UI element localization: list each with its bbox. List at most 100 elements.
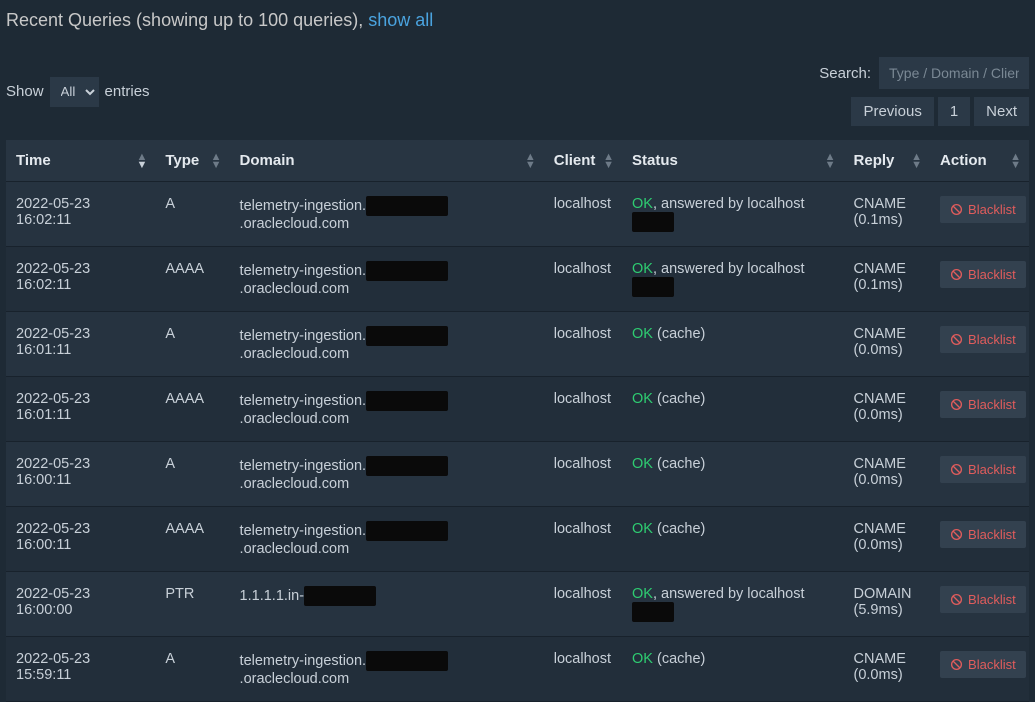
cell-type: AAAA	[155, 247, 229, 312]
cell-time: 2022-05-23 15:59:11	[6, 637, 155, 702]
col-time[interactable]: Time ▲▼	[6, 140, 155, 182]
cell-domain: telemetry-ingestion..oraclecloud.com	[230, 507, 544, 572]
cell-action: Blacklist	[930, 182, 1029, 247]
entries-select[interactable]: All	[50, 77, 99, 107]
cell-time: 2022-05-23 16:02:11	[6, 247, 155, 312]
redacted-region	[366, 456, 448, 476]
cell-reply: CNAME (0.0ms)	[844, 442, 931, 507]
cell-status: OK (cache)	[622, 442, 843, 507]
col-domain[interactable]: Domain ▲▼	[230, 140, 544, 182]
show-all-link[interactable]: show all	[368, 10, 433, 30]
pagination: Previous 1 Next	[847, 97, 1029, 126]
blacklist-button[interactable]: Blacklist	[940, 651, 1026, 678]
sort-icon: ▲▼	[525, 153, 536, 169]
cell-domain: telemetry-ingestion..oraclecloud.com	[230, 637, 544, 702]
cell-time: 2022-05-23 16:00:11	[6, 507, 155, 572]
blacklist-button[interactable]: Blacklist	[940, 391, 1026, 418]
blacklist-button[interactable]: Blacklist	[940, 521, 1026, 548]
table-row[interactable]: 2022-05-23 16:02:11AAAAtelemetry-ingesti…	[6, 247, 1029, 312]
sort-icon: ▲▼	[1010, 153, 1021, 169]
ban-icon	[950, 333, 963, 346]
redacted-region	[366, 196, 448, 216]
blacklist-button[interactable]: Blacklist	[940, 586, 1026, 613]
cell-reply: DOMAIN (5.9ms)	[844, 572, 931, 637]
cell-type: A	[155, 312, 229, 377]
redacted-region	[632, 602, 674, 622]
status-ok: OK	[632, 326, 653, 342]
ban-icon	[950, 658, 963, 671]
cell-action: Blacklist	[930, 442, 1029, 507]
cell-client: localhost	[544, 637, 622, 702]
col-type[interactable]: Type ▲▼	[155, 140, 229, 182]
blacklist-button[interactable]: Blacklist	[940, 326, 1026, 353]
status-ok: OK	[632, 196, 653, 212]
cell-action: Blacklist	[930, 507, 1029, 572]
show-label-left: Show	[6, 83, 44, 100]
cell-type: A	[155, 442, 229, 507]
col-reply[interactable]: Reply ▲▼	[844, 140, 931, 182]
status-ok: OK	[632, 391, 653, 407]
table-row[interactable]: 2022-05-23 15:59:11Atelemetry-ingestion.…	[6, 637, 1029, 702]
cell-type: AAAA	[155, 377, 229, 442]
cell-reply: CNAME (0.1ms)	[844, 247, 931, 312]
cell-domain: telemetry-ingestion..oraclecloud.com	[230, 442, 544, 507]
redacted-region	[366, 261, 448, 281]
cell-domain: telemetry-ingestion..oraclecloud.com	[230, 377, 544, 442]
pager-previous[interactable]: Previous	[851, 97, 933, 126]
sort-icon: ▲▼	[911, 153, 922, 169]
cell-time: 2022-05-23 16:02:11	[6, 182, 155, 247]
ban-icon	[950, 528, 963, 541]
table-row[interactable]: 2022-05-23 16:01:11AAAAtelemetry-ingesti…	[6, 377, 1029, 442]
col-action[interactable]: Action ▲▼	[930, 140, 1029, 182]
queries-table: Time ▲▼ Type ▲▼ Domain ▲▼ Client ▲▼ Stat…	[6, 140, 1029, 702]
ban-icon	[950, 268, 963, 281]
blacklist-button[interactable]: Blacklist	[940, 196, 1026, 223]
blacklist-button[interactable]: Blacklist	[940, 456, 1026, 483]
cell-client: localhost	[544, 377, 622, 442]
status-ok: OK	[632, 456, 653, 472]
cell-domain: telemetry-ingestion..oraclecloud.com	[230, 182, 544, 247]
cell-client: localhost	[544, 572, 622, 637]
redacted-region	[366, 521, 448, 541]
cell-type: PTR	[155, 572, 229, 637]
cell-time: 2022-05-23 16:01:11	[6, 312, 155, 377]
status-ok: OK	[632, 586, 653, 602]
cell-action: Blacklist	[930, 572, 1029, 637]
sort-icon: ▲▼	[211, 153, 222, 169]
cell-status: OK (cache)	[622, 637, 843, 702]
ban-icon	[950, 203, 963, 216]
cell-status: OK (cache)	[622, 312, 843, 377]
col-status[interactable]: Status ▲▼	[622, 140, 843, 182]
blacklist-button[interactable]: Blacklist	[940, 261, 1026, 288]
cell-domain: telemetry-ingestion..oraclecloud.com	[230, 247, 544, 312]
col-client[interactable]: Client ▲▼	[544, 140, 622, 182]
ban-icon	[950, 593, 963, 606]
cell-type: A	[155, 637, 229, 702]
cell-reply: CNAME (0.0ms)	[844, 637, 931, 702]
cell-status: OK (cache)	[622, 377, 843, 442]
table-row[interactable]: 2022-05-23 16:00:00PTR1.1.1.1.in-localho…	[6, 572, 1029, 637]
cell-client: localhost	[544, 312, 622, 377]
cell-action: Blacklist	[930, 247, 1029, 312]
redacted-region	[366, 391, 448, 411]
title-text: Recent Queries (showing up to 100 querie…	[6, 10, 368, 30]
cell-reply: CNAME (0.0ms)	[844, 377, 931, 442]
search-input[interactable]	[879, 57, 1029, 89]
table-row[interactable]: 2022-05-23 16:00:11Atelemetry-ingestion.…	[6, 442, 1029, 507]
cell-domain: telemetry-ingestion..oraclecloud.com	[230, 312, 544, 377]
sort-icon: ▲▼	[136, 153, 147, 169]
table-row[interactable]: 2022-05-23 16:01:11Atelemetry-ingestion.…	[6, 312, 1029, 377]
status-ok: OK	[632, 651, 653, 667]
cell-reply: CNAME (0.1ms)	[844, 182, 931, 247]
status-ok: OK	[632, 521, 653, 537]
pager-current[interactable]: 1	[938, 97, 970, 126]
pager-next[interactable]: Next	[974, 97, 1029, 126]
cell-status: OK, answered by localhost	[622, 572, 843, 637]
cell-type: AAAA	[155, 507, 229, 572]
cell-action: Blacklist	[930, 637, 1029, 702]
cell-time: 2022-05-23 16:00:11	[6, 442, 155, 507]
show-label-right: entries	[105, 83, 150, 100]
table-row[interactable]: 2022-05-23 16:00:11AAAAtelemetry-ingesti…	[6, 507, 1029, 572]
redacted-region	[304, 586, 376, 606]
table-row[interactable]: 2022-05-23 16:02:11Atelemetry-ingestion.…	[6, 182, 1029, 247]
